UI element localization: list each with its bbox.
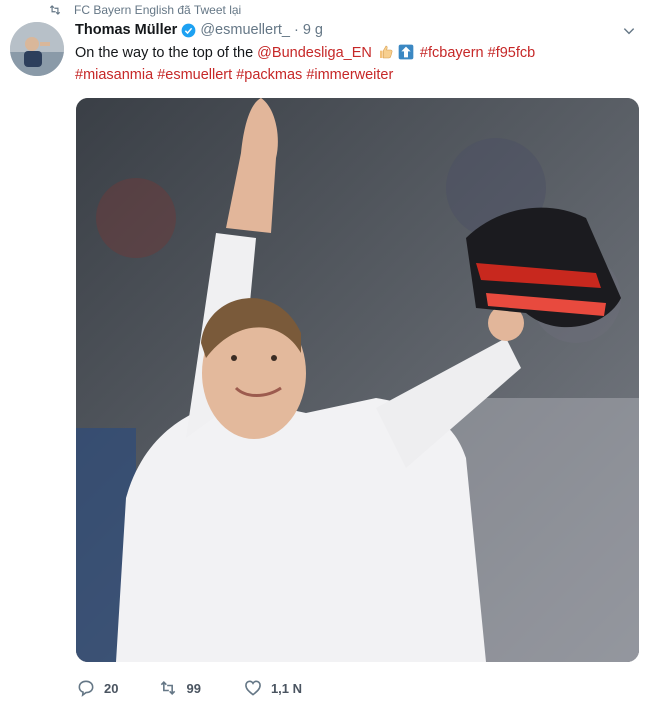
tweet-text-prefix: On the way to the top of the (75, 45, 258, 61)
hashtag-esmuellert[interactable]: #esmuellert (157, 67, 232, 83)
reply-button[interactable]: 20 (76, 678, 118, 698)
retweet-context-text: FC Bayern English đã Tweet lại (74, 3, 242, 17)
player-photo (76, 98, 639, 662)
hashtag-packmas[interactable]: #packmas (236, 67, 302, 83)
reply-count: 20 (104, 680, 119, 696)
retweet-count: 99 (186, 680, 201, 696)
timestamp[interactable]: 9 g (303, 22, 323, 38)
author-handle[interactable]: @esmuellert_ (200, 22, 290, 38)
tweet-text: On the way to the top of the @Bundesliga… (75, 42, 615, 86)
up-arrow-emoji (398, 44, 414, 60)
retweet-icon (161, 681, 176, 695)
verified-badge-icon (181, 23, 196, 37)
mention-link[interactable]: @Bundesliga_EN (257, 45, 372, 61)
tweet-text-line-1: On the way to the top of the @Bundesliga… (75, 42, 615, 64)
author-name[interactable]: Thomas Müller (75, 22, 177, 38)
heart-icon (245, 680, 261, 696)
separator-dot: · (294, 22, 299, 38)
retweet-icon (49, 5, 61, 15)
tweet-photo[interactable] (76, 98, 639, 662)
tweet-text-line-2: #miasanmia #esmuellert #packmas #immerwe… (75, 64, 615, 86)
avatar-image (10, 22, 64, 76)
hashtag-fcbayern[interactable]: #fcbayern (420, 45, 484, 61)
like-button[interactable]: 1,1 N (243, 678, 302, 698)
retweet-button[interactable]: 99 (158, 678, 201, 698)
hashtag-immerweiter[interactable]: #immerweiter (306, 67, 393, 83)
like-count: 1,1 N (270, 680, 303, 696)
hashtag-miasanmia[interactable]: #miasanmia (75, 67, 153, 83)
reply-icon (78, 680, 94, 697)
thumbs-up-emoji (379, 45, 393, 59)
retweet-context[interactable]: FC Bayern English đã Tweet lại (48, 0, 241, 20)
avatar[interactable] (10, 22, 64, 76)
hashtag-f95fcb[interactable]: #f95fcb (488, 45, 536, 61)
chevron-down-icon[interactable] (622, 24, 636, 38)
tweet-header: Thomas Müller @esmuellert_ · 9 g (75, 20, 323, 40)
tweet-actions: 20 99 1,1 N (76, 676, 332, 700)
